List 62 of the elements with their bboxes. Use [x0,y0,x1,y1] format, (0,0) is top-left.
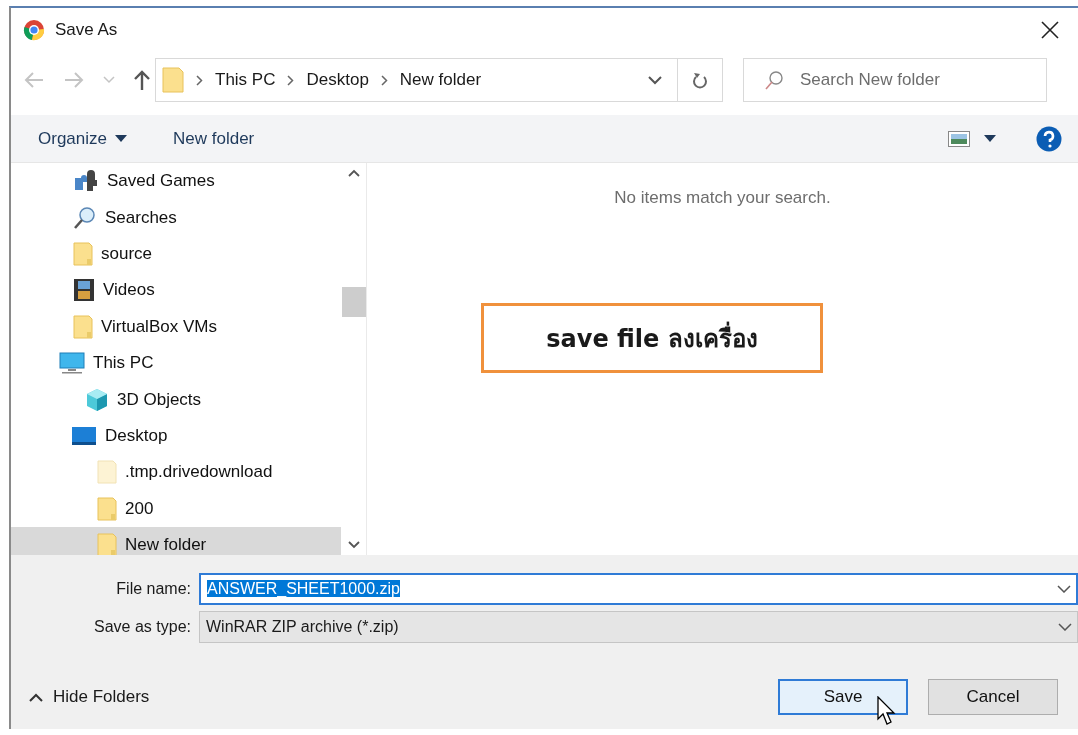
monitor-icon [59,352,85,375]
search-icon [73,205,97,230]
hide-folders-button[interactable]: Hide Folders [29,687,150,707]
view-options-icon[interactable] [948,130,970,147]
cube-icon [85,387,109,412]
search-placeholder: Search New folder [800,70,940,90]
desktop-icon [71,424,97,447]
tree-item[interactable]: Saved Games [11,163,341,200]
empty-message: No items match your search. [614,188,831,208]
window-title: Save As [55,20,119,40]
selected-text-highlight: ANSWER_SHEET1000.zip [207,580,400,597]
chevron-right-icon [196,74,203,86]
breadcrumb-item[interactable]: Desktop [306,70,369,90]
chevron-down-icon[interactable] [347,541,360,549]
folder-icon [97,460,117,485]
tree-item[interactable]: 200 [11,490,341,527]
caret-icon[interactable] [984,135,996,142]
chevron-right-icon [380,74,388,86]
tree-item[interactable]: VirtualBox VMs [11,308,341,345]
help-icon[interactable] [1036,125,1062,152]
chevron-up-icon [29,692,43,702]
tree-item[interactable]: Videos [11,272,341,309]
save-button[interactable]: Save [778,679,908,715]
scrollbar[interactable] [341,163,367,555]
tree-item[interactable]: New folder [11,526,341,555]
chevron-down-icon[interactable] [648,75,662,85]
file-name-field[interactable]: ANSWER_SHEET1000.zip [199,573,1078,605]
tree-item[interactable]: Searches [11,199,341,236]
chevron-up-icon[interactable] [347,169,360,177]
search-field[interactable]: Search New folder [743,58,1047,102]
breadcrumb-item[interactable]: New folder [399,70,482,90]
film-icon [73,278,95,303]
puzzle-icon [73,170,99,193]
tree-item[interactable]: Desktop [11,417,341,455]
caret-icon [115,135,127,142]
search-icon [764,70,784,90]
breadcrumb-item[interactable]: This PC [215,70,276,90]
refresh-icon[interactable] [692,71,708,89]
field-label: Save as type: [93,618,192,636]
folder-icon [162,67,184,93]
field-label: File name: [115,580,192,598]
scrollbar-thumb[interactable] [342,287,366,317]
annotation-box: save file ลงเครื่อง [481,303,823,373]
chevron-right-icon [287,74,295,86]
up-arrow-icon[interactable] [133,69,151,91]
new-folder-button[interactable]: New folder [173,128,255,149]
folder-icon [97,496,117,521]
tree-item[interactable]: 3D Objects [11,381,341,418]
folder-icon [73,314,93,339]
chevron-down-icon[interactable] [1057,585,1071,593]
folder-icon [97,533,117,555]
organize-button[interactable]: Organize [38,128,127,149]
folder-icon [73,241,93,266]
address-bar[interactable]: This PC Desktop New folder [155,58,723,102]
browser-logo-icon [23,19,45,41]
file-type-dropdown[interactable]: WinRAR ZIP archive (*.zip) [199,611,1078,643]
tree-item[interactable]: This PC [11,344,341,382]
tree-item[interactable]: source [11,235,341,273]
chevron-down-icon[interactable] [1058,623,1072,631]
tree-item[interactable]: .tmp.drivedownload [11,454,341,491]
cancel-button[interactable]: Cancel [928,679,1058,715]
mouse-cursor-icon [877,696,897,726]
